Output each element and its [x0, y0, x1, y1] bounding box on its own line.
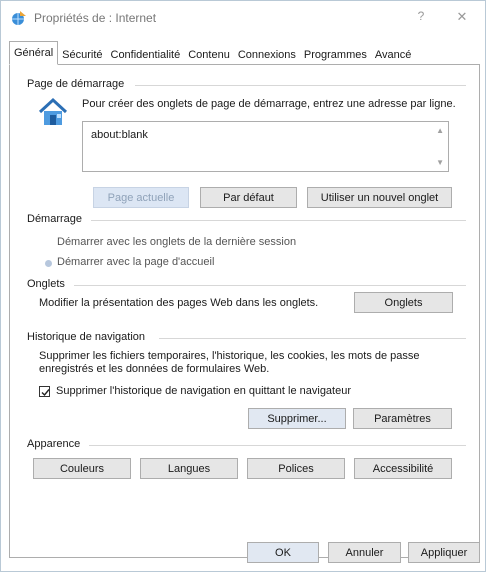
startup-option-homepage[interactable]: Démarrer avec la page d'accueil — [57, 256, 214, 268]
homepage-group-title: Page de démarrage — [27, 78, 125, 90]
languages-button[interactable]: Langues — [140, 458, 238, 479]
title-bar: Propriétés de : Internet ? ✕ — [1, 1, 485, 35]
home-icon — [37, 97, 69, 127]
ok-button[interactable]: OK — [247, 542, 319, 563]
default-page-button[interactable]: Par défaut — [200, 187, 297, 208]
scroll-up-icon[interactable]: ▲ — [436, 126, 444, 135]
appearance-group-title: Apparence — [27, 438, 81, 450]
homepage-address-input[interactable]: about:blank ▲ ▼ — [82, 121, 449, 172]
history-settings-button[interactable]: Paramètres — [353, 408, 452, 429]
colors-button[interactable]: Couleurs — [33, 458, 131, 479]
history-group-title: Historique de navigation — [27, 331, 146, 343]
scroll-down-icon[interactable]: ▼ — [436, 158, 444, 167]
delete-on-exit-label[interactable]: Supprimer l'historique de navigation en … — [56, 385, 351, 397]
current-page-button[interactable]: Page actuelle — [93, 187, 189, 208]
homepage-address-value: about:blank — [91, 129, 148, 141]
history-description-line1: Supprimer les fichiers temporaires, l'hi… — [39, 350, 420, 362]
tab-advanced[interactable]: Avancé — [371, 45, 416, 65]
tabs-description: Modifier la présentation des pages Web d… — [39, 297, 319, 309]
history-divider — [159, 338, 466, 339]
delete-history-button[interactable]: Supprimer... — [248, 408, 346, 429]
cancel-button[interactable]: Annuler — [328, 542, 401, 563]
fonts-button[interactable]: Polices — [247, 458, 345, 479]
tabs-group-title: Onglets — [27, 278, 65, 290]
startup-group-title: Démarrage — [27, 213, 83, 225]
window-title: Propriétés de : Internet — [34, 11, 157, 25]
delete-on-exit-checkbox[interactable] — [39, 386, 50, 397]
tab-content[interactable]: Contenu — [184, 45, 234, 65]
history-description-line2: enregistrés et les données de formulaire… — [39, 363, 270, 375]
help-button[interactable]: ? — [411, 9, 431, 27]
tab-strip: Général Sécurité Confidentialité Contenu… — [9, 41, 416, 65]
startup-divider — [91, 220, 466, 221]
appearance-divider — [89, 445, 466, 446]
tab-connections[interactable]: Connexions — [234, 45, 300, 65]
tab-privacy[interactable]: Confidentialité — [107, 45, 185, 65]
startup-radio-homepage[interactable] — [45, 260, 52, 267]
tab-general[interactable]: Général — [9, 41, 59, 65]
homepage-divider — [135, 85, 466, 86]
internet-options-icon — [11, 10, 27, 26]
startup-option-last-session[interactable]: Démarrer avec les onglets de la dernière… — [57, 236, 296, 248]
tab-security[interactable]: Sécurité — [58, 45, 106, 65]
accessibility-button[interactable]: Accessibilité — [354, 458, 452, 479]
internet-properties-window: Propriétés de : Internet ? ✕ Général Séc… — [0, 0, 486, 572]
apply-button[interactable]: Appliquer — [408, 542, 480, 563]
new-tab-button[interactable]: Utiliser un nouvel onglet — [307, 187, 452, 208]
tabs-settings-button[interactable]: Onglets — [354, 292, 453, 313]
tabs-divider — [74, 285, 466, 286]
close-button[interactable]: ✕ — [452, 9, 472, 27]
homepage-description: Pour créer des onglets de page de démarr… — [82, 98, 456, 110]
tab-programs[interactable]: Programmes — [300, 45, 371, 65]
